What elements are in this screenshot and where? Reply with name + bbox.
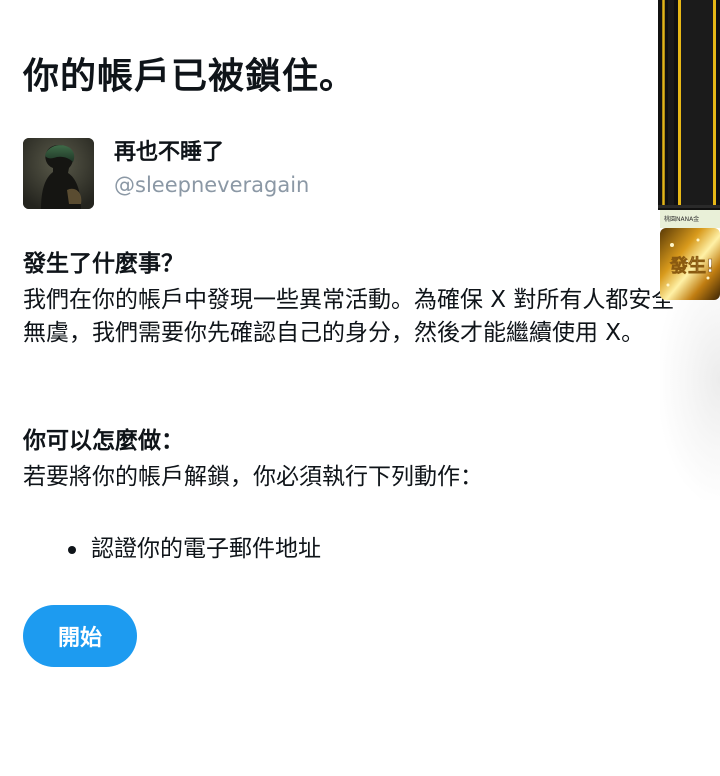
step-verify-email: 認證你的電子郵件地址 xyxy=(91,536,321,562)
profile-avatar-icon xyxy=(23,138,94,209)
start-button[interactable]: 開始 xyxy=(23,605,137,667)
display-name: 再也不睡了 xyxy=(114,140,225,165)
list-item: 認證你的電子郵件地址 xyxy=(23,532,321,566)
what-to-do-heading: 你可以怎麼做： xyxy=(23,428,184,454)
locked-account-page: 你的帳戶已被鎖住。 再也不睡了 @sleepneveragain 發生了什麼事？… xyxy=(0,0,720,776)
what-to-do-body: 若要將你的帳戶解鎖，你必須執行下列動作： xyxy=(23,464,483,490)
what-happened-heading: 發生了什麼事？ xyxy=(23,251,184,277)
account-summary: 再也不睡了 @sleepneveragain xyxy=(23,138,623,210)
what-happened-body: 我們在你的帳戶中發現一些異常活動。為確保 X 對所有人都安全無虞，我們需要你先確… xyxy=(23,287,675,346)
page-title: 你的帳戶已被鎖住。 xyxy=(23,56,357,97)
side-ad-banner[interactable]: 桃園NANA金 發生! xyxy=(658,0,720,300)
bullet-icon xyxy=(68,546,76,554)
side-background-glow xyxy=(660,300,720,500)
avatar xyxy=(23,138,94,209)
account-handle: @sleepneveragain xyxy=(114,173,310,197)
ad-big-label: 發生! xyxy=(669,255,714,277)
ad-small-label: 桃園NANA金 xyxy=(664,215,699,223)
required-steps-list: 認證你的電子郵件地址 xyxy=(23,532,321,566)
ad-image: 桃園NANA金 發生! xyxy=(658,0,720,300)
